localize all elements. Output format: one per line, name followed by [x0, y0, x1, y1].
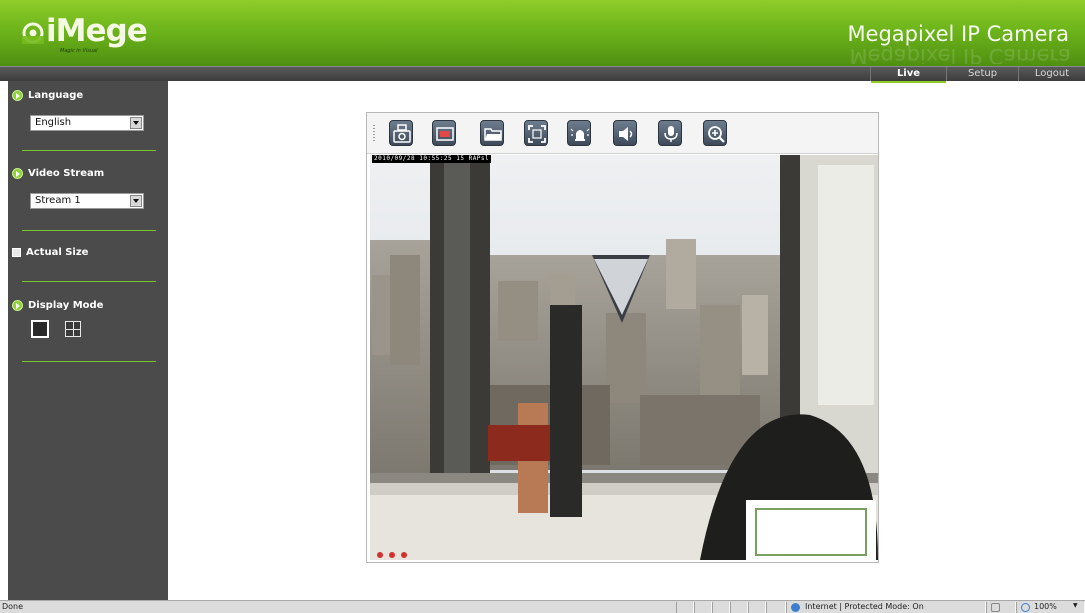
globe-icon: [791, 603, 800, 612]
fullscreen-button[interactable]: [524, 120, 548, 146]
top-nav-bar: Live Setup Logout: [0, 66, 1085, 83]
expand-arrow-icon: [12, 90, 23, 101]
security-zone-label: Internet | Protected Mode: On: [805, 602, 924, 611]
speaker-button[interactable]: [613, 120, 637, 146]
language-heading: Language: [12, 90, 83, 101]
actual-size-label: Actual Size: [26, 247, 89, 258]
alarm-icon: [570, 128, 590, 141]
chevron-down-icon[interactable]: ▼: [1073, 602, 1078, 609]
record-button[interactable]: [432, 120, 456, 146]
status-cell: [712, 602, 730, 613]
folder-icon: [484, 128, 502, 141]
toolbar-grip-icon[interactable]: [373, 125, 375, 141]
protected-mode-cell[interactable]: [986, 602, 1016, 613]
snapshot-icon: [393, 124, 411, 143]
language-label: Language: [28, 90, 84, 101]
zoom-icon: [1021, 603, 1030, 612]
zoom-control[interactable]: 100% ▼: [1016, 602, 1085, 613]
status-cell: [730, 602, 748, 613]
zoom-level: 100%: [1034, 602, 1057, 611]
status-cell: [676, 602, 694, 613]
camera-scene-image: [370, 155, 878, 560]
logo-text: iMege: [46, 13, 148, 49]
language-select[interactable]: English: [30, 115, 144, 131]
imege-logo: iMege Magic in Visual: [22, 13, 148, 54]
live-viewer: 2010/09/28 10:55:25 15 RAPsl: [366, 112, 879, 563]
expand-arrow-icon: [12, 168, 23, 179]
fullscreen-icon: [528, 125, 546, 143]
speaker-icon: [619, 127, 633, 141]
alarm-button[interactable]: [567, 120, 591, 146]
product-title: Megapixel IP Camera: [847, 22, 1069, 46]
divider: [22, 150, 156, 151]
expand-arrow-icon: [12, 300, 23, 311]
security-zone[interactable]: Internet | Protected Mode: On: [786, 602, 986, 613]
sidebar: Language English Video Stream Stream 1 A…: [8, 81, 168, 600]
app-header: iMege Magic in Visual Megapixel IP Camer…: [0, 0, 1085, 66]
video-timestamp: 2010/09/28 10:55:25 15 RAPsl: [372, 155, 492, 163]
chevron-down-icon[interactable]: [130, 195, 142, 207]
display-mode-label: Display Mode: [28, 300, 104, 311]
shield-icon: [991, 603, 1000, 612]
live-video-feed[interactable]: 2010/09/28 10:55:25 15 RAPsl: [370, 155, 878, 560]
tab-logout[interactable]: Logout: [1018, 67, 1085, 81]
product-title-reflection: Megapixel IP Camera: [849, 46, 1071, 64]
zoom-in-icon: [708, 126, 725, 143]
single-view-button[interactable]: [31, 320, 49, 338]
status-text: Done: [2, 602, 24, 611]
tab-setup[interactable]: Setup: [946, 67, 1018, 81]
divider: [22, 281, 156, 282]
record-icon: [436, 127, 454, 141]
video-stream-select-value: Stream 1: [35, 195, 81, 206]
video-stream-select[interactable]: Stream 1: [30, 193, 144, 209]
microphone-icon: [664, 126, 678, 142]
language-select-value: English: [35, 117, 72, 128]
actual-size-option[interactable]: Actual Size: [12, 247, 88, 258]
video-stream-label: Video Stream: [28, 168, 105, 179]
tab-live[interactable]: Live: [870, 67, 946, 83]
microphone-button[interactable]: [658, 120, 682, 146]
logo-mark-icon: [22, 22, 44, 44]
viewer-toolbar: [367, 113, 878, 154]
divider: [22, 230, 156, 231]
status-cell: [748, 602, 766, 613]
status-cell: [766, 602, 786, 613]
chevron-down-icon[interactable]: [130, 117, 142, 129]
status-cell: [694, 602, 712, 613]
zoom-in-button[interactable]: [703, 120, 727, 146]
video-stream-heading: Video Stream: [12, 168, 104, 179]
open-folder-button[interactable]: [480, 120, 504, 146]
logo-tagline: Magic in Visual: [60, 48, 98, 54]
display-mode-heading: Display Mode: [12, 300, 103, 311]
snapshot-button[interactable]: [389, 120, 413, 146]
divider: [22, 361, 156, 362]
browser-status-bar: Done Internet | Protected Mode: On 100% …: [0, 600, 1085, 613]
actual-size-checkbox[interactable]: [12, 248, 21, 257]
quad-view-button[interactable]: [65, 321, 81, 337]
